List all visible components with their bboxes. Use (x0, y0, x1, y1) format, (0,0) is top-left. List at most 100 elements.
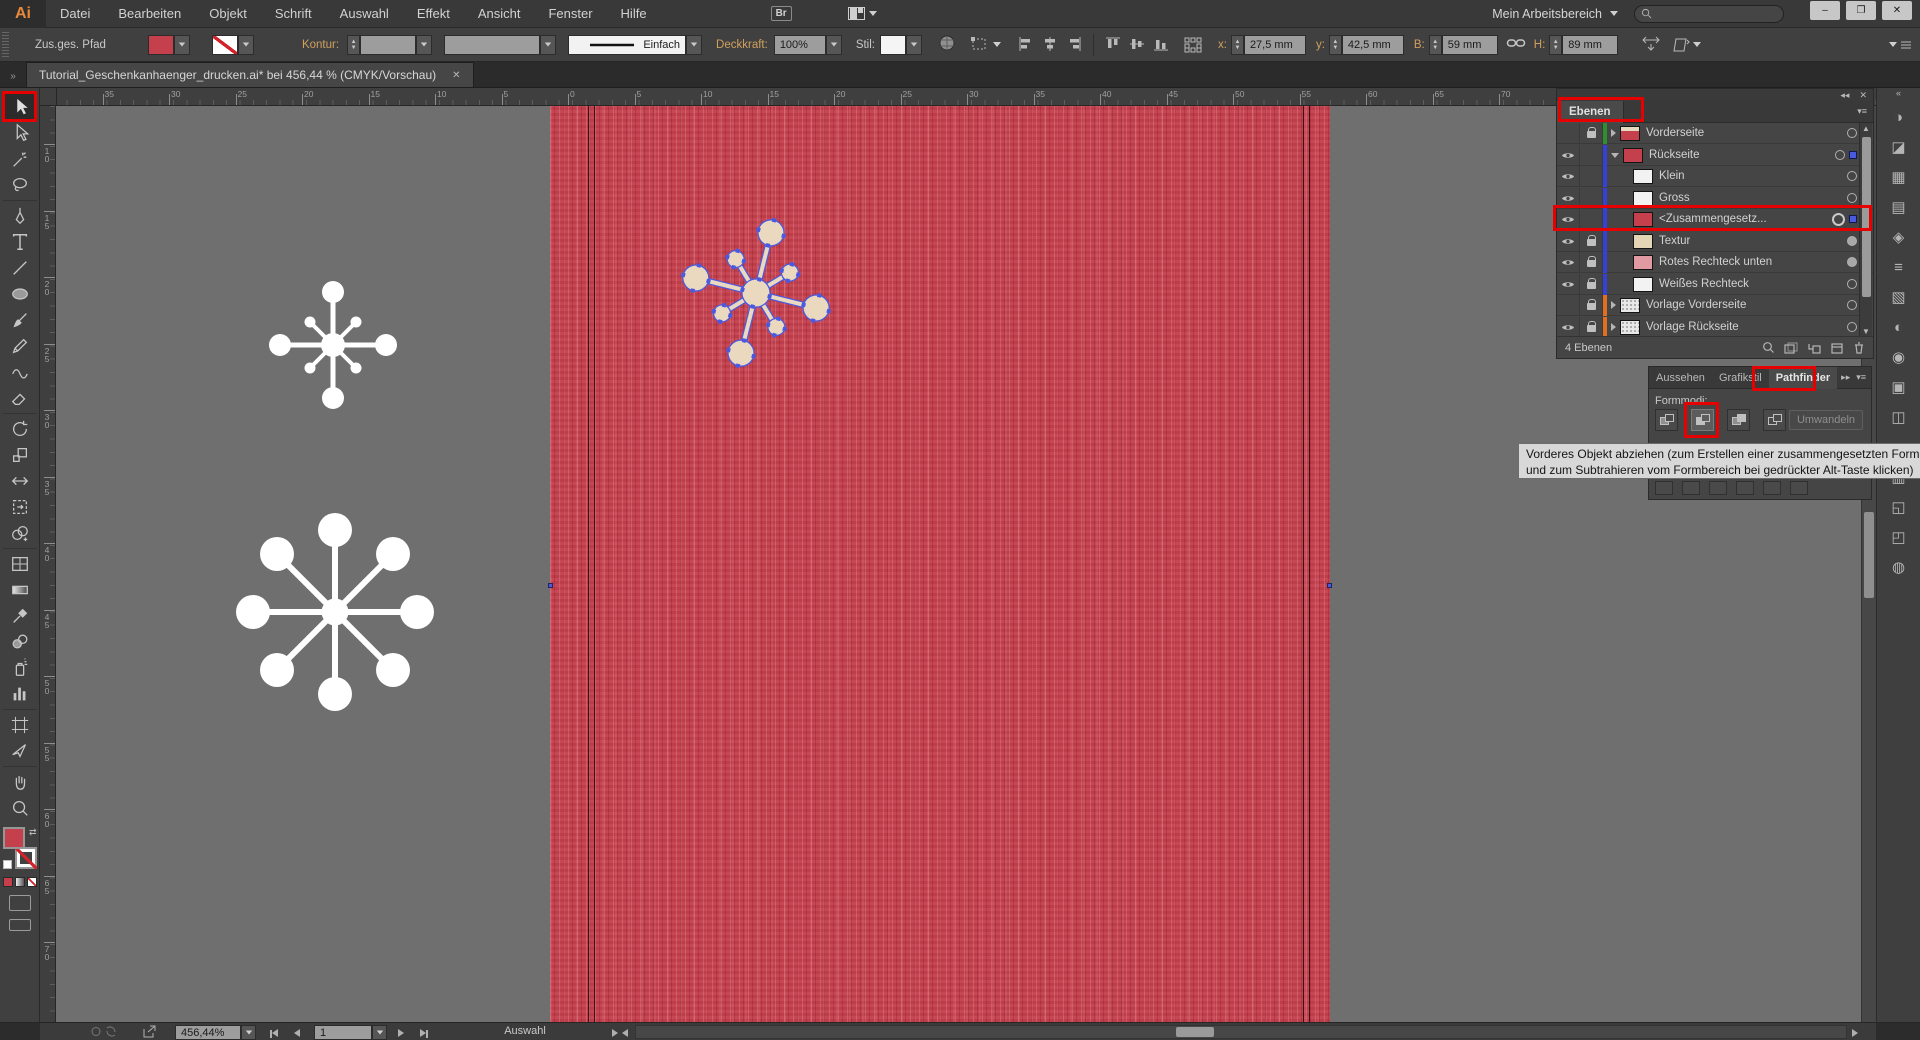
navigator-panel-icon[interactable]: ◰ (1884, 525, 1914, 549)
layer-row-vorlage-rueckseite[interactable]: Vorlage Rückseite (1557, 317, 1873, 338)
pathfinder-action-icon[interactable] (1655, 481, 1673, 495)
layer-row-zusammengesetzter-pfad[interactable]: <Zusammengesetz... (1557, 209, 1873, 230)
color-mode-button[interactable] (3, 877, 13, 887)
layer-row-vorlage-vorderseite[interactable]: Vorlage Vorderseite (1557, 295, 1873, 316)
ellipse-tool[interactable] (5, 281, 35, 307)
scroll-thumb[interactable] (1862, 137, 1871, 297)
hand-tool[interactable] (5, 769, 35, 795)
ruler-corner[interactable] (40, 88, 57, 106)
style-swatch[interactable] (880, 35, 906, 55)
vertical-scroll-thumb[interactable] (1864, 512, 1874, 598)
scroll-up-icon[interactable]: ▲ (1860, 123, 1872, 135)
width-control[interactable]: ▲▼ 59 mm (1429, 35, 1498, 55)
next-artboard-icon[interactable] (398, 1028, 404, 1040)
align-right-icon[interactable] (1063, 34, 1085, 54)
align-bottom-icon[interactable] (1150, 34, 1172, 54)
layer-row-klein[interactable]: Klein (1557, 166, 1873, 187)
previous-artboard-icon[interactable] (294, 1028, 300, 1040)
menu-objekt[interactable]: Objekt (195, 0, 261, 28)
collapse-panel-icon[interactable]: ◂◂ (1840, 90, 1849, 101)
target-indicator[interactable] (1835, 150, 1845, 160)
menu-hilfe[interactable]: Hilfe (607, 0, 661, 28)
expand-panel-icon[interactable]: ▸▸ (1841, 372, 1850, 383)
layers-scrollbar[interactable]: ▲ ▼ (1859, 123, 1872, 338)
fill-swatch[interactable] (148, 35, 174, 55)
stroke-color-control[interactable] (212, 35, 254, 55)
scale-tool[interactable] (5, 442, 35, 468)
layer-name[interactable]: Textur (1659, 235, 1690, 247)
pen-tool[interactable] (5, 203, 35, 229)
layer-name[interactable]: Klein (1659, 170, 1685, 182)
sync-settings-icon[interactable] (90, 1025, 118, 1040)
layer-name[interactable]: Rotes Rechteck unten (1659, 256, 1772, 268)
target-indicator[interactable] (1847, 193, 1857, 203)
layer-thumbnail[interactable] (1620, 298, 1640, 313)
lock-toggle[interactable] (1580, 123, 1603, 144)
menu-fenster[interactable]: Fenster (534, 0, 606, 28)
artboard-number-field[interactable]: 1 (314, 1025, 372, 1040)
bridge-button[interactable]: Br (771, 6, 792, 21)
menu-schrift[interactable]: Schrift (261, 0, 326, 28)
layer-thumbnail[interactable] (1633, 234, 1653, 249)
artboard-red-paper[interactable] (550, 106, 1330, 1022)
workspace-switcher[interactable]: Mein Arbeitsbereich (1492, 7, 1618, 21)
lock-toggle[interactable] (1580, 209, 1603, 230)
layer-name[interactable]: Vorlage Rückseite (1646, 321, 1739, 333)
unite-button[interactable] (1655, 409, 1678, 431)
width-stepper[interactable]: ▲▼ (1429, 35, 1442, 55)
visibility-toggle[interactable] (1557, 166, 1580, 187)
status-expand-icon[interactable] (612, 1028, 618, 1040)
layers-panel-icon[interactable]: ◫ (1884, 405, 1914, 429)
recolor-artwork-icon[interactable] (938, 34, 956, 55)
export-icon[interactable] (142, 1025, 157, 1040)
menu-datei[interactable]: Datei (46, 0, 104, 28)
layer-thumbnail[interactable] (1633, 255, 1653, 270)
target-indicator[interactable] (1847, 322, 1857, 332)
hscroll-left-icon[interactable] (622, 1028, 628, 1040)
close-panel-icon[interactable]: ✕ (1859, 90, 1867, 101)
tab-grafikstil[interactable]: Grafikstil (1712, 367, 1769, 389)
tab-aussehen[interactable]: Aussehen (1649, 367, 1712, 389)
snowflake-large-white[interactable] (225, 502, 445, 722)
graphic-styles-panel-icon[interactable]: ▣ (1884, 375, 1914, 399)
align-top-icon[interactable] (1102, 34, 1124, 54)
tab-ebenen[interactable]: Ebenen (1557, 101, 1624, 123)
stroke-weight-control[interactable]: ▲▼ (347, 35, 432, 55)
layer-thumbnail[interactable] (1620, 126, 1640, 141)
layer-row-gross[interactable]: Gross (1557, 188, 1873, 209)
shaper-tool[interactable] (5, 359, 35, 385)
fill-stroke-widget[interactable]: ⇄ (3, 827, 37, 869)
pathfinder-action-icon[interactable] (1790, 481, 1808, 495)
first-artboard-icon[interactable] (270, 1028, 278, 1040)
exclude-button[interactable] (1763, 409, 1786, 431)
zoom-level-field[interactable]: 456,44% (175, 1025, 241, 1040)
width-value[interactable]: 59 mm (1442, 35, 1498, 55)
free-transform-tool[interactable] (5, 494, 35, 520)
height-control[interactable]: ▲▼ 89 mm (1549, 35, 1618, 55)
layer-thumbnail[interactable] (1633, 191, 1653, 206)
x-label[interactable]: x: (1218, 39, 1227, 51)
last-artboard-icon[interactable] (420, 1028, 428, 1040)
target-indicator[interactable] (1847, 236, 1857, 246)
stroke-panel-icon[interactable]: ≡ (1884, 255, 1914, 279)
color-panel-icon[interactable]: ◑ (1884, 105, 1914, 129)
distribute-grid-icon[interactable] (1182, 35, 1204, 55)
panel-grip[interactable] (2, 32, 9, 58)
target-indicator[interactable] (1847, 128, 1857, 138)
slice-tool[interactable] (5, 738, 35, 764)
opacity-control[interactable]: 100% (774, 35, 842, 55)
artboard-dropdown[interactable] (372, 1025, 387, 1040)
panel-menu-icon[interactable]: ▾≡ (1856, 372, 1866, 383)
x-stepper[interactable]: ▲▼ (1231, 35, 1244, 55)
layer-row-rueckseite[interactable]: Rückseite (1557, 145, 1873, 166)
eraser-tool[interactable] (5, 385, 35, 411)
none-mode-button[interactable] (27, 877, 37, 887)
stroke-proxy[interactable] (15, 847, 37, 869)
lock-toggle[interactable] (1580, 317, 1603, 338)
target-indicator-targeted[interactable] (1832, 213, 1845, 226)
intersect-button[interactable] (1727, 409, 1750, 431)
menu-bearbeiten[interactable]: Bearbeiten (104, 0, 195, 28)
layer-thumbnail[interactable] (1633, 169, 1653, 184)
expand-icon[interactable] (1611, 301, 1616, 309)
height-stepper[interactable]: ▲▼ (1549, 35, 1562, 55)
